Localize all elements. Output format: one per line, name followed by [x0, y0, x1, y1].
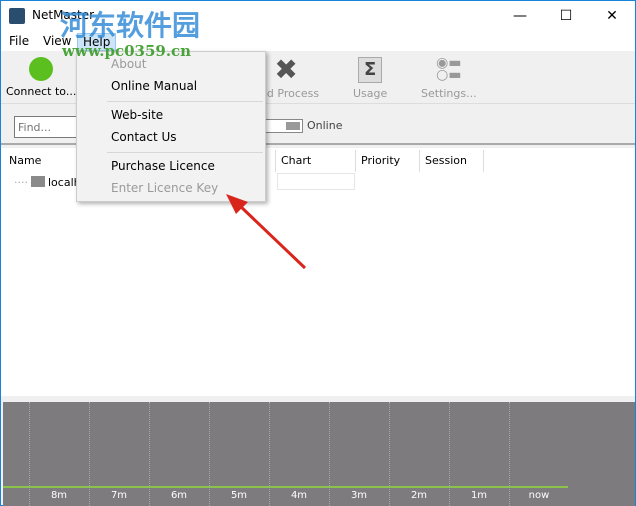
- column-divider: [419, 150, 420, 172]
- activity-graph: 8m 7m 6m 5m 4m 3m 2m 1m now: [3, 402, 635, 506]
- menu-item-contact-us[interactable]: Contact Us: [111, 130, 177, 144]
- connect-label: Connect to...: [6, 85, 77, 98]
- menu-item-web-site[interactable]: Web-site: [111, 108, 163, 122]
- grid-line: [269, 402, 270, 506]
- chart-cell: [277, 173, 355, 190]
- settings-list-icon: ◉▬ ○▬: [436, 55, 462, 83]
- time-tick-label: 5m: [230, 490, 248, 501]
- computer-icon: [31, 176, 45, 187]
- watermark-logo: 河东软件园: [60, 9, 201, 42]
- menu-item-enter-licence-key[interactable]: Enter Licence Key: [111, 181, 218, 195]
- close-button[interactable]: ✕: [589, 1, 635, 31]
- usage-label: Usage: [353, 87, 388, 100]
- find-input[interactable]: [14, 116, 84, 138]
- settings-button[interactable]: ◉▬ ○▬ Settings...: [421, 55, 477, 100]
- connect-button[interactable]: Connect to...: [6, 57, 76, 98]
- column-header-session[interactable]: Session: [425, 154, 467, 167]
- time-tick-label: 6m: [170, 490, 188, 501]
- grid-line: [149, 402, 150, 506]
- red-arrow-annotation: [226, 194, 307, 270]
- watermark-url: www.pc0359.cn: [62, 42, 192, 60]
- time-tick-label: 1m: [470, 490, 488, 501]
- column-header-priority[interactable]: Priority: [361, 154, 400, 167]
- grid-line: [209, 402, 210, 506]
- column-header-name[interactable]: Name: [9, 154, 41, 167]
- app-icon: [9, 8, 25, 24]
- usage-button[interactable]: Σ Usage: [353, 57, 387, 100]
- sigma-icon: Σ: [358, 57, 383, 83]
- help-dropdown-menu: About Online Manual Web-site Contact Us …: [76, 51, 266, 202]
- menu-item-online-manual[interactable]: Online Manual: [111, 79, 197, 93]
- menu-separator: [107, 101, 263, 102]
- column-header-chart[interactable]: Chart: [281, 154, 311, 167]
- menu-file[interactable]: File: [4, 33, 34, 49]
- column-divider: [355, 150, 356, 172]
- column-divider: [275, 150, 276, 172]
- time-tick-label: 3m: [350, 490, 368, 501]
- menu-item-purchase-licence[interactable]: Purchase Licence: [111, 159, 215, 173]
- grid-line: [29, 402, 30, 506]
- maximize-button[interactable]: ☐: [543, 1, 589, 31]
- column-divider: [483, 150, 484, 172]
- time-tick-label: 4m: [290, 490, 308, 501]
- settings-label: Settings...: [421, 87, 477, 100]
- time-tick-label: 8m: [50, 490, 68, 501]
- menu-separator: [107, 152, 263, 153]
- grid-line: [89, 402, 90, 506]
- minimize-button[interactable]: —: [497, 1, 543, 31]
- time-tick-label: now: [528, 490, 550, 501]
- grid-line: [329, 402, 330, 506]
- grid-line: [449, 402, 450, 506]
- grid-line: [389, 402, 390, 506]
- connect-icon: [29, 57, 54, 81]
- graph-line: [3, 486, 568, 488]
- time-tick-label: 2m: [410, 490, 428, 501]
- online-label: Online: [307, 119, 343, 132]
- grid-line: [509, 402, 510, 506]
- time-tick-label: 7m: [110, 490, 128, 501]
